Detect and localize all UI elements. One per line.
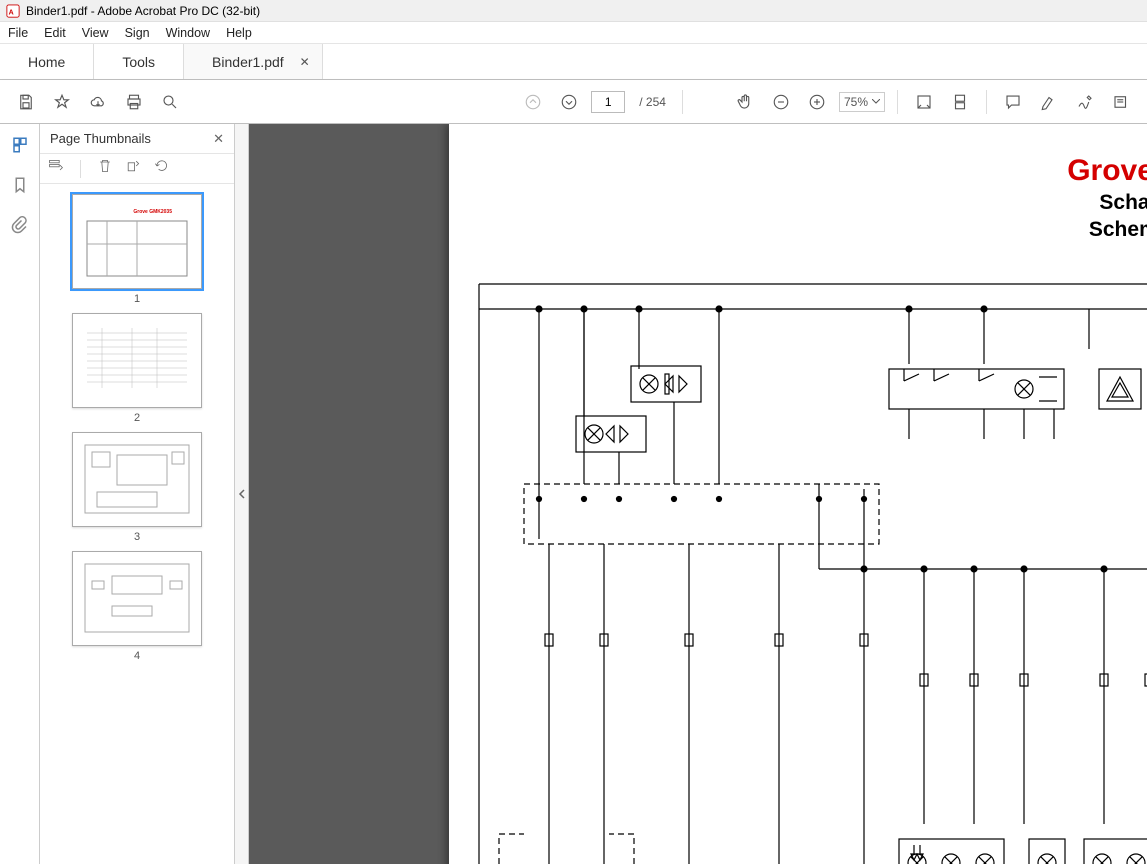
attachment-icon[interactable] — [9, 214, 31, 236]
svg-text:A: A — [9, 9, 14, 16]
document-page: Grove GMK2035 Schaltpläne Elektrik Schem… — [449, 124, 1147, 864]
tab-tools[interactable]: Tools — [94, 44, 184, 79]
thumbnails-icon[interactable] — [9, 134, 31, 156]
sign-icon[interactable] — [1071, 88, 1099, 116]
menu-view[interactable]: View — [82, 26, 109, 40]
svg-text:Grove GMK2035: Grove GMK2035 — [133, 209, 172, 215]
more-icon[interactable] — [1107, 88, 1135, 116]
zoom-out-icon[interactable] — [767, 88, 795, 116]
pointer-icon[interactable] — [695, 88, 723, 116]
doc-subtitle-1: Schaltpläne Elektrik — [1067, 190, 1147, 215]
menu-edit[interactable]: Edit — [44, 26, 66, 40]
search-icon[interactable] — [156, 88, 184, 116]
tab-document[interactable]: Binder1.pdf ✕ — [184, 44, 323, 79]
rotate-pages-icon[interactable] — [125, 158, 141, 179]
tabbar: Home Tools Binder1.pdf ✕ — [0, 44, 1147, 80]
thumbnails-list[interactable]: Grove GMK2035 1 2 3 4 — [40, 184, 234, 864]
delete-icon[interactable] — [97, 158, 113, 179]
nav-rail — [0, 124, 40, 864]
print-icon[interactable] — [120, 88, 148, 116]
scroll-mode-icon[interactable] — [946, 88, 974, 116]
page-up-icon[interactable] — [519, 88, 547, 116]
undo-icon[interactable] — [153, 158, 169, 179]
page-number-input[interactable] — [591, 91, 625, 113]
window-title: Binder1.pdf - Adobe Acrobat Pro DC (32-b… — [26, 4, 260, 18]
star-icon[interactable] — [48, 88, 76, 116]
schematic-diagram — [469, 274, 1147, 864]
thumbnails-panel: Page Thumbnails ✕ Grove GMK2035 1 2 3 — [40, 124, 235, 864]
tab-home[interactable]: Home — [0, 44, 94, 79]
document-viewport[interactable]: Grove GMK2035 Schaltpläne Elektrik Schem… — [249, 124, 1147, 864]
pdf-icon: A — [6, 4, 20, 18]
menu-file[interactable]: File — [8, 26, 28, 40]
menu-sign[interactable]: Sign — [125, 26, 150, 40]
main-toolbar: / 254 75% — [0, 80, 1147, 124]
close-icon[interactable]: ✕ — [300, 55, 310, 69]
menu-window[interactable]: Window — [166, 26, 210, 40]
save-icon[interactable] — [12, 88, 40, 116]
thumbnail-2[interactable]: 2 — [72, 313, 202, 424]
zoom-in-icon[interactable] — [803, 88, 831, 116]
close-panel-icon[interactable]: ✕ — [213, 131, 224, 147]
doc-subtitle-2: Schematics Electrics — [1067, 217, 1147, 242]
page-down-icon[interactable] — [555, 88, 583, 116]
comment-icon[interactable] — [999, 88, 1027, 116]
menubar: File Edit View Sign Window Help — [0, 22, 1147, 44]
options-icon[interactable] — [48, 158, 64, 179]
thumbnails-title: Page Thumbnails — [50, 131, 151, 146]
highlight-icon[interactable] — [1035, 88, 1063, 116]
main-area: Page Thumbnails ✕ Grove GMK2035 1 2 3 — [0, 124, 1147, 864]
doc-title: Grove GMK2035 — [1067, 154, 1147, 188]
menu-help[interactable]: Help — [226, 26, 252, 40]
thumbnails-tools — [40, 154, 234, 184]
thumbnail-1[interactable]: Grove GMK2035 1 — [72, 194, 202, 305]
hand-icon[interactable] — [731, 88, 759, 116]
zoom-select[interactable]: 75% — [839, 92, 885, 112]
thumbnail-3[interactable]: 3 — [72, 432, 202, 543]
thumbnail-4[interactable]: 4 — [72, 551, 202, 662]
cloud-icon[interactable] — [84, 88, 112, 116]
bookmark-icon[interactable] — [9, 174, 31, 196]
window-titlebar: A Binder1.pdf - Adobe Acrobat Pro DC (32… — [0, 0, 1147, 22]
fit-width-icon[interactable] — [910, 88, 938, 116]
page-total: / 254 — [639, 95, 666, 109]
collapse-sidebar-icon[interactable] — [235, 124, 249, 864]
